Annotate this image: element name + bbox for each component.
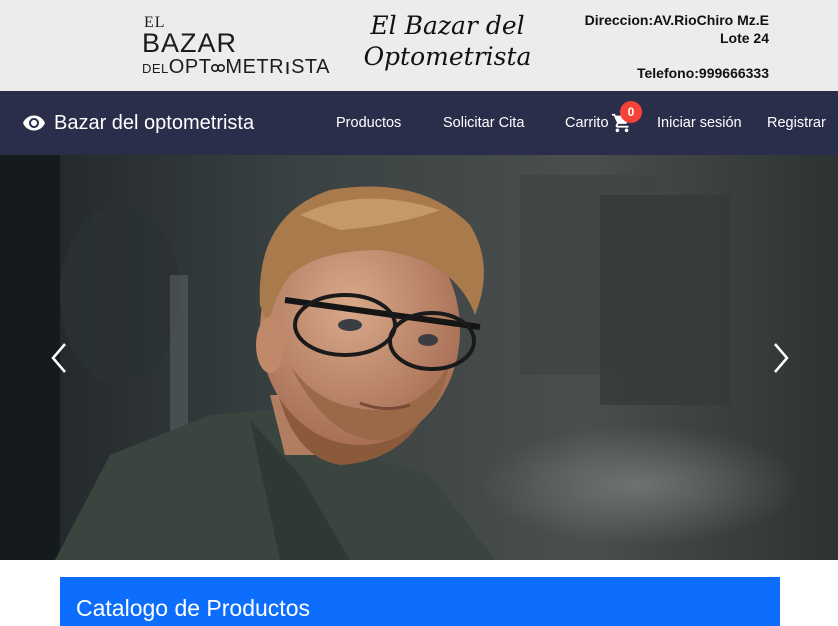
script-title: El Bazar del Optometrista xyxy=(360,10,535,72)
hero-image xyxy=(0,155,838,560)
eye-icon xyxy=(23,115,45,131)
nav-carrito-link[interactable]: Carrito 0 xyxy=(565,91,642,155)
logo-line-2: BAZAR xyxy=(142,28,238,58)
hero-carousel xyxy=(0,155,838,560)
nav-solicitar-cita-link[interactable]: Solicitar Cita xyxy=(443,91,524,155)
glasses-logo-icon xyxy=(211,63,226,72)
carousel-next-arrow[interactable] xyxy=(765,340,795,376)
main-navbar: Bazar del optometrista Productos Solicit… xyxy=(0,91,838,155)
carousel-prev-arrow[interactable] xyxy=(45,340,75,376)
contact-info: Direccion:AV.RioChiro Mz.E Lote 24 Telef… xyxy=(585,12,769,82)
address-line-2: Lote 24 xyxy=(719,30,769,46)
script-title-line-1: El Bazar del xyxy=(370,11,525,40)
nav-productos-link[interactable]: Productos xyxy=(336,91,401,155)
logo-line-3: DELOPT METR STA xyxy=(142,56,331,78)
store-logo: EL BAZAR DELOPT METR STA xyxy=(142,14,332,80)
navbar-brand[interactable]: Bazar del optometrista xyxy=(22,91,254,155)
top-header: EL BAZAR DELOPT METR STA El Bazar del Opto… xyxy=(0,0,838,91)
catalog-header: Catalogo de Productos xyxy=(60,577,780,626)
script-title-line-2: Optometrista xyxy=(363,42,532,71)
nav-iniciar-sesion-link[interactable]: Iniciar sesión xyxy=(657,91,742,155)
carrito-label: Carrito xyxy=(565,115,609,131)
catalog-title: Catalogo de Productos xyxy=(76,595,310,621)
cart-count-badge: 0 xyxy=(620,101,642,123)
address-line-1: Direccion:AV.RioChiro Mz.E xyxy=(584,12,769,28)
phone-number: Telefono:999666333 xyxy=(636,65,769,81)
brand-label: Bazar del optometrista xyxy=(54,111,255,134)
nav-registrar-link[interactable]: Registrar xyxy=(767,91,826,155)
